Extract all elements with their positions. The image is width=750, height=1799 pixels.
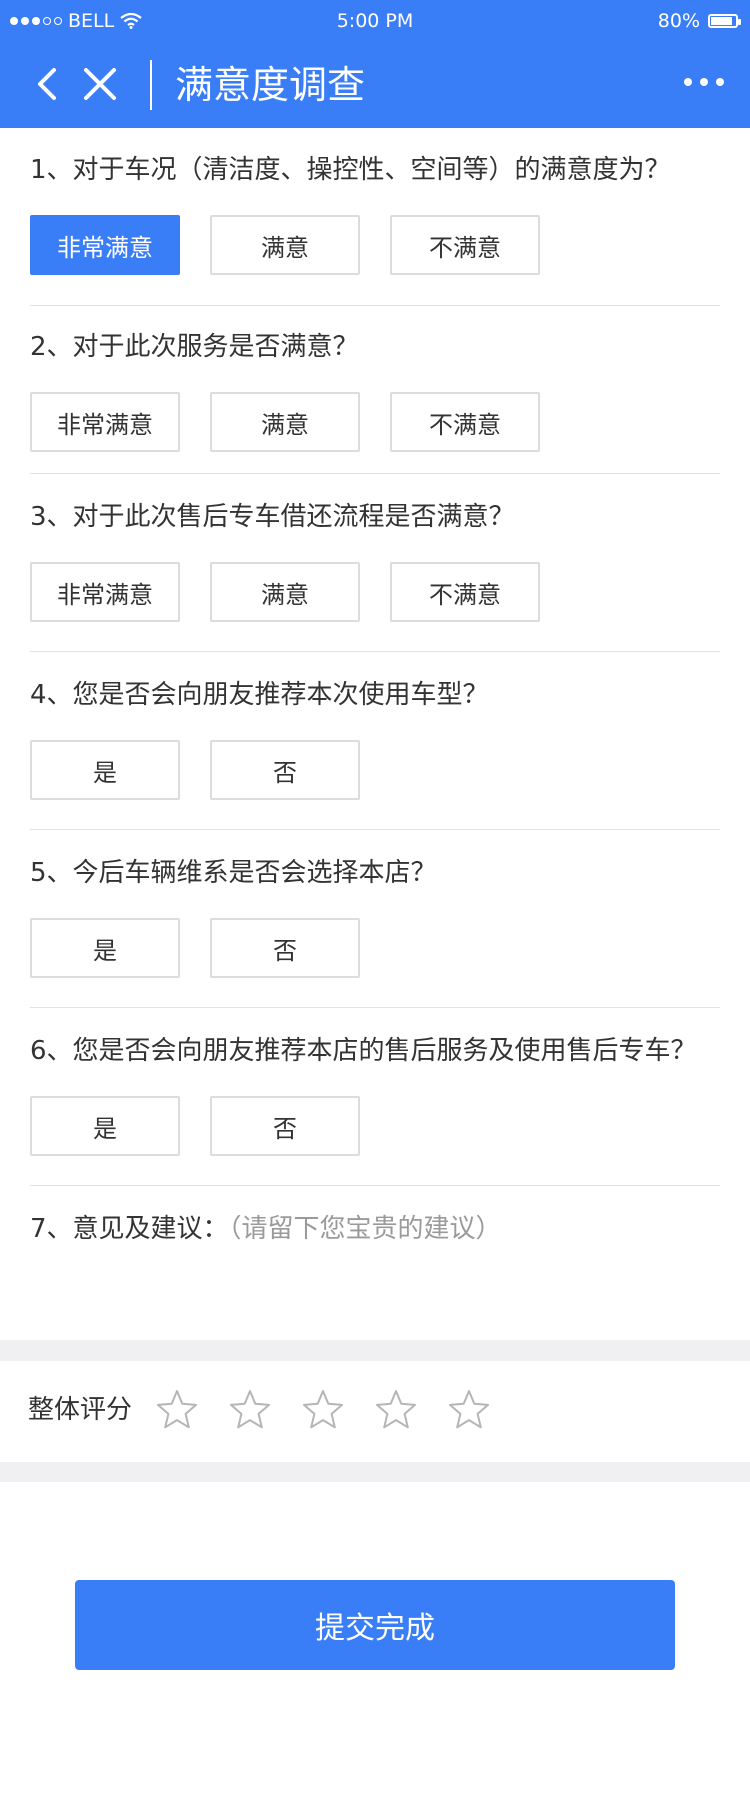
question-1: 1、对于车况（清洁度、操控性、空间等）的满意度为？ 非常满意 满意 不满意 bbox=[30, 153, 720, 275]
q2-option-unsatisfied[interactable]: 不满意 bbox=[390, 392, 540, 452]
q5-option-no[interactable]: 否 bbox=[210, 918, 360, 978]
question-3-options: 非常满意 满意 不满意 bbox=[30, 562, 570, 622]
q6-option-no[interactable]: 否 bbox=[210, 1096, 360, 1156]
question-2-options: 非常满意 满意 不满意 bbox=[30, 392, 570, 452]
divider bbox=[30, 305, 720, 306]
star-icon[interactable] bbox=[447, 1388, 491, 1432]
page-title: 满意度调查 bbox=[175, 63, 366, 107]
star-icon[interactable] bbox=[301, 1388, 345, 1432]
q2-option-very-satisfied[interactable]: 非常满意 bbox=[30, 392, 180, 452]
question-3: 3、对于此次售后专车借还流程是否满意？ 非常满意 满意 不满意 bbox=[30, 500, 720, 622]
question-4-text: 4、您是否会向朋友推荐本次使用车型？ bbox=[30, 680, 489, 710]
q6-option-yes[interactable]: 是 bbox=[30, 1096, 180, 1156]
more-menu-icon[interactable] bbox=[684, 78, 724, 86]
star-icon[interactable] bbox=[228, 1388, 272, 1432]
q5-option-yes[interactable]: 是 bbox=[30, 918, 180, 978]
question-6-options: 是 否 bbox=[30, 1096, 390, 1156]
q4-option-no[interactable]: 否 bbox=[210, 740, 360, 800]
question-6-text: 6、您是否会向朋友推荐本店的售后服务及使用售后专车？ bbox=[30, 1036, 697, 1066]
status-bar: BELL 5:00 PM 80% bbox=[0, 0, 750, 42]
divider bbox=[30, 829, 720, 830]
battery-percent: 80% bbox=[657, 10, 700, 32]
question-2: 2、对于此次服务是否满意？ 非常满意 满意 不满意 bbox=[30, 330, 720, 452]
question-1-options: 非常满意 满意 不满意 bbox=[30, 215, 570, 275]
star-icon[interactable] bbox=[374, 1388, 418, 1432]
section-separator bbox=[0, 1340, 750, 1361]
q3-option-very-satisfied[interactable]: 非常满意 bbox=[30, 562, 180, 622]
divider bbox=[30, 1007, 720, 1008]
rating-label: 整体评分 bbox=[28, 1395, 133, 1425]
battery-icon bbox=[708, 14, 741, 28]
nav-divider bbox=[150, 60, 152, 110]
q3-option-satisfied[interactable]: 满意 bbox=[210, 562, 360, 622]
q1-option-unsatisfied[interactable]: 不满意 bbox=[390, 215, 540, 275]
status-time: 5:00 PM bbox=[336, 10, 414, 32]
question-4: 4、您是否会向朋友推荐本次使用车型？ 是 否 bbox=[30, 678, 720, 800]
nav-bar: 满意度调查 bbox=[0, 42, 750, 128]
question-3-text: 3、对于此次售后专车借还流程是否满意？ bbox=[30, 502, 515, 532]
question-6: 6、您是否会向朋友推荐本店的售后服务及使用售后专车？ 是 否 bbox=[30, 1034, 720, 1156]
star-icon[interactable] bbox=[155, 1388, 199, 1432]
divider bbox=[30, 1185, 720, 1186]
q2-option-satisfied[interactable]: 满意 bbox=[210, 392, 360, 452]
battery-status: 80% bbox=[657, 10, 741, 32]
q1-option-very-satisfied[interactable]: 非常满意 bbox=[30, 215, 180, 275]
question-4-options: 是 否 bbox=[30, 740, 390, 800]
divider bbox=[30, 473, 720, 474]
submit-button[interactable]: 提交完成 bbox=[75, 1580, 675, 1670]
q3-option-unsatisfied[interactable]: 不满意 bbox=[390, 562, 540, 622]
q1-option-satisfied[interactable]: 满意 bbox=[210, 215, 360, 275]
suggestion-label: 7、意见及建议： bbox=[30, 1214, 229, 1244]
question-5-options: 是 否 bbox=[30, 918, 390, 978]
section-separator bbox=[0, 1462, 750, 1482]
question-2-text: 2、对于此次服务是否满意？ bbox=[30, 332, 359, 362]
question-5-text: 5、今后车辆维系是否会选择本店？ bbox=[30, 858, 437, 888]
close-icon[interactable] bbox=[80, 64, 120, 104]
suggestion-field[interactable]: 7、意见及建议：（请留下您宝贵的建议） bbox=[30, 1212, 720, 1246]
divider bbox=[30, 651, 720, 652]
question-5: 5、今后车辆维系是否会选择本店？ 是 否 bbox=[30, 856, 720, 978]
back-arrow-icon[interactable] bbox=[30, 64, 66, 104]
suggestion-placeholder[interactable]: （请留下您宝贵的建议） bbox=[229, 1214, 502, 1244]
q4-option-yes[interactable]: 是 bbox=[30, 740, 180, 800]
star-rating bbox=[155, 1388, 491, 1432]
question-1-text: 1、对于车况（清洁度、操控性、空间等）的满意度为？ bbox=[30, 155, 671, 185]
